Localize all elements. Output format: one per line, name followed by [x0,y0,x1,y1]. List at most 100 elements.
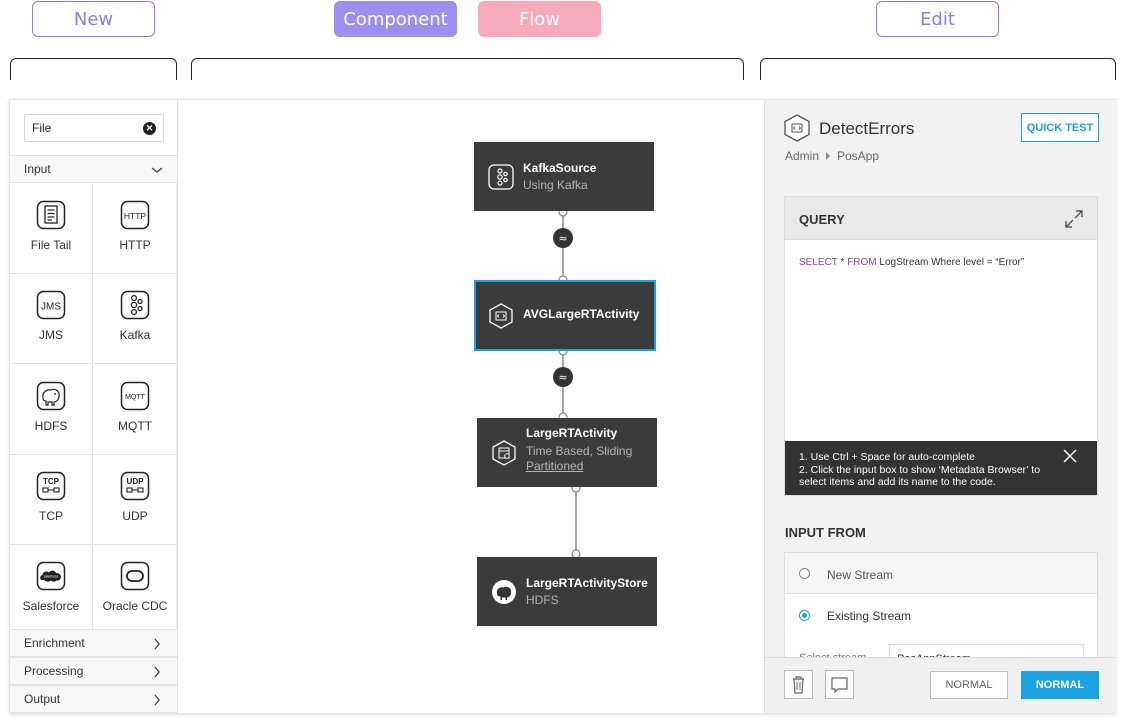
component-label: File Tail [30,238,72,252]
svg-text:≈: ≈ [558,371,567,384]
flow-node-kafka-source[interactable]: KafkaSource Using Kafka [474,142,654,211]
partitioned-link[interactable]: Partitioned [526,459,583,473]
flow-canvas[interactable]: ≈ ≈ KafkaSource Using Kafka AVGLargeRTAc… [178,100,764,713]
oracle-icon [120,561,150,591]
svg-text:HTTP: HTTP [124,211,147,221]
flow-node-large-rt-activity-store[interactable]: LargeRTActivityStore HDFS [477,557,657,626]
udp-icon: UDP [120,471,150,501]
existing-stream-radio[interactable] [799,610,810,621]
tip-line: 2. Click the input box to show ‘Metadata… [799,463,1041,489]
component-label: Oracle CDC [102,599,168,613]
category-processing[interactable]: Processing [10,657,177,685]
query-code[interactable]: SELECT * FROM LogStream Where level = “E… [799,257,1024,268]
normal-mode-button[interactable]: NORMAL [930,671,1008,699]
node-subtitle: Time Based, Sliding [526,444,633,458]
component-label: MQTT [118,419,152,433]
http-icon: HTTP [120,200,150,230]
salesforce-cloud-icon: salesforce [36,561,66,591]
component-file-tail[interactable]: File Tail [10,184,93,274]
mqtt-icon: MQTT [120,381,150,411]
svg-text:salesforce: salesforce [44,575,59,579]
category-output[interactable]: Output [10,685,177,713]
component-editor-panel: DetectErrors QUICK TEST Admin PosApp QUE… [764,100,1117,713]
node-subtitle: Using Kafka [523,178,588,192]
breadcrumb-admin[interactable]: Admin [785,149,819,163]
kafka-icon [120,290,150,320]
search-input[interactable] [25,115,135,141]
breadcrumb-separator-icon [826,152,830,160]
component-label: Kafka [119,328,151,342]
flow-node-avg-large-rt-activity[interactable]: AVGLargeRTActivity [474,280,656,351]
component-http[interactable]: HTTP HTTP [94,184,177,274]
component-annotation-label: Component [334,1,457,37]
edit-annotation-label: Edit [876,1,999,37]
hdfs-elephant-icon [492,580,516,604]
breadcrumb-posapp[interactable]: PosApp [837,149,879,163]
svg-text:TCP: TCP [43,477,60,486]
node-title: LargeRTActivity [526,426,618,440]
new-stream-radio[interactable] [799,568,810,579]
tcp-icon: TCP [36,471,66,501]
option-new-stream[interactable]: New Stream [785,553,1097,594]
chevron-down-icon [151,167,163,173]
component-label: HDFS [34,419,68,433]
quick-test-button[interactable]: QUICK TEST [1021,113,1099,142]
svg-text:MQTT: MQTT [125,394,146,401]
input-from-options: New Stream Existing Stream Select stream… [784,552,1098,662]
delete-button[interactable] [784,670,813,699]
node-title: AVGLargeRTActivity [523,307,640,321]
kafka-icon [488,164,514,190]
component-label: HTTP [119,238,151,252]
new-annotation-label: New [32,1,155,37]
component-search: ✕ [24,114,164,142]
chevron-right-icon [154,638,160,650]
category-input[interactable]: Input [10,155,177,183]
code-hex-icon [784,114,810,142]
sidebar-bracket [10,58,177,80]
category-label: Output [24,692,61,706]
expand-icon[interactable] [1065,210,1083,228]
category-enrichment[interactable]: Enrichment [10,629,177,657]
component-udp[interactable]: UDP UDP [94,455,177,545]
component-label: JMS [39,328,63,342]
category-label: Input [24,162,51,176]
flow-connector [571,486,581,558]
option-label: Existing Stream [827,609,912,623]
flow-node-large-rt-activity[interactable]: LargeRTActivity Time Based, Sliding Part… [477,418,657,487]
app-window: ✕ Input File Tail HTTP HTTP JMS JMS [9,99,1117,714]
window-hex-icon [492,440,516,466]
file-list-icon [36,200,66,230]
component-label: Salesforce [22,599,80,613]
node-title: LargeRTActivityStore [526,576,648,590]
code-hex-icon [489,303,513,329]
component-hdfs[interactable]: HDFS [10,365,93,455]
comment-button[interactable] [825,670,854,699]
component-salesforce[interactable]: salesforce Salesforce [10,545,93,635]
trash-icon [793,676,804,694]
normal-primary-button[interactable]: NORMAL [1021,671,1099,699]
editor-tip: 1. Use Ctrl + Space for auto-complete 2.… [785,441,1097,495]
editor-footer: NORMAL NORMAL [765,657,1117,713]
query-editor[interactable]: QUERY SELECT * FROM LogStream Where leve… [784,196,1098,496]
clear-search-icon[interactable]: ✕ [143,122,156,135]
query-title: QUERY [799,212,845,227]
sql-keyword: FROM [847,257,877,268]
sql-text: * [837,257,848,268]
sql-keyword: SELECT [799,257,838,268]
sql-text: LogStream Where level = “Error” [876,257,1025,268]
component-tcp[interactable]: TCP TCP [10,455,93,545]
component-jms[interactable]: JMS JMS [10,274,93,364]
chevron-right-icon [154,666,160,678]
component-mqtt[interactable]: MQTT MQTT [94,365,177,455]
editor-bracket [760,58,1116,80]
svg-text:≈: ≈ [558,232,567,245]
chevron-right-icon [154,694,160,706]
flow-annotation-label: Flow [478,1,601,37]
component-oracle-cdc[interactable]: Oracle CDC [94,545,177,635]
component-title: DetectErrors [819,119,915,138]
component-kafka[interactable]: Kafka [94,274,177,364]
close-icon[interactable] [1063,449,1077,463]
input-from-heading: INPUT FROM [785,525,866,540]
category-label: Enrichment [24,636,85,650]
node-title: KafkaSource [523,161,597,175]
